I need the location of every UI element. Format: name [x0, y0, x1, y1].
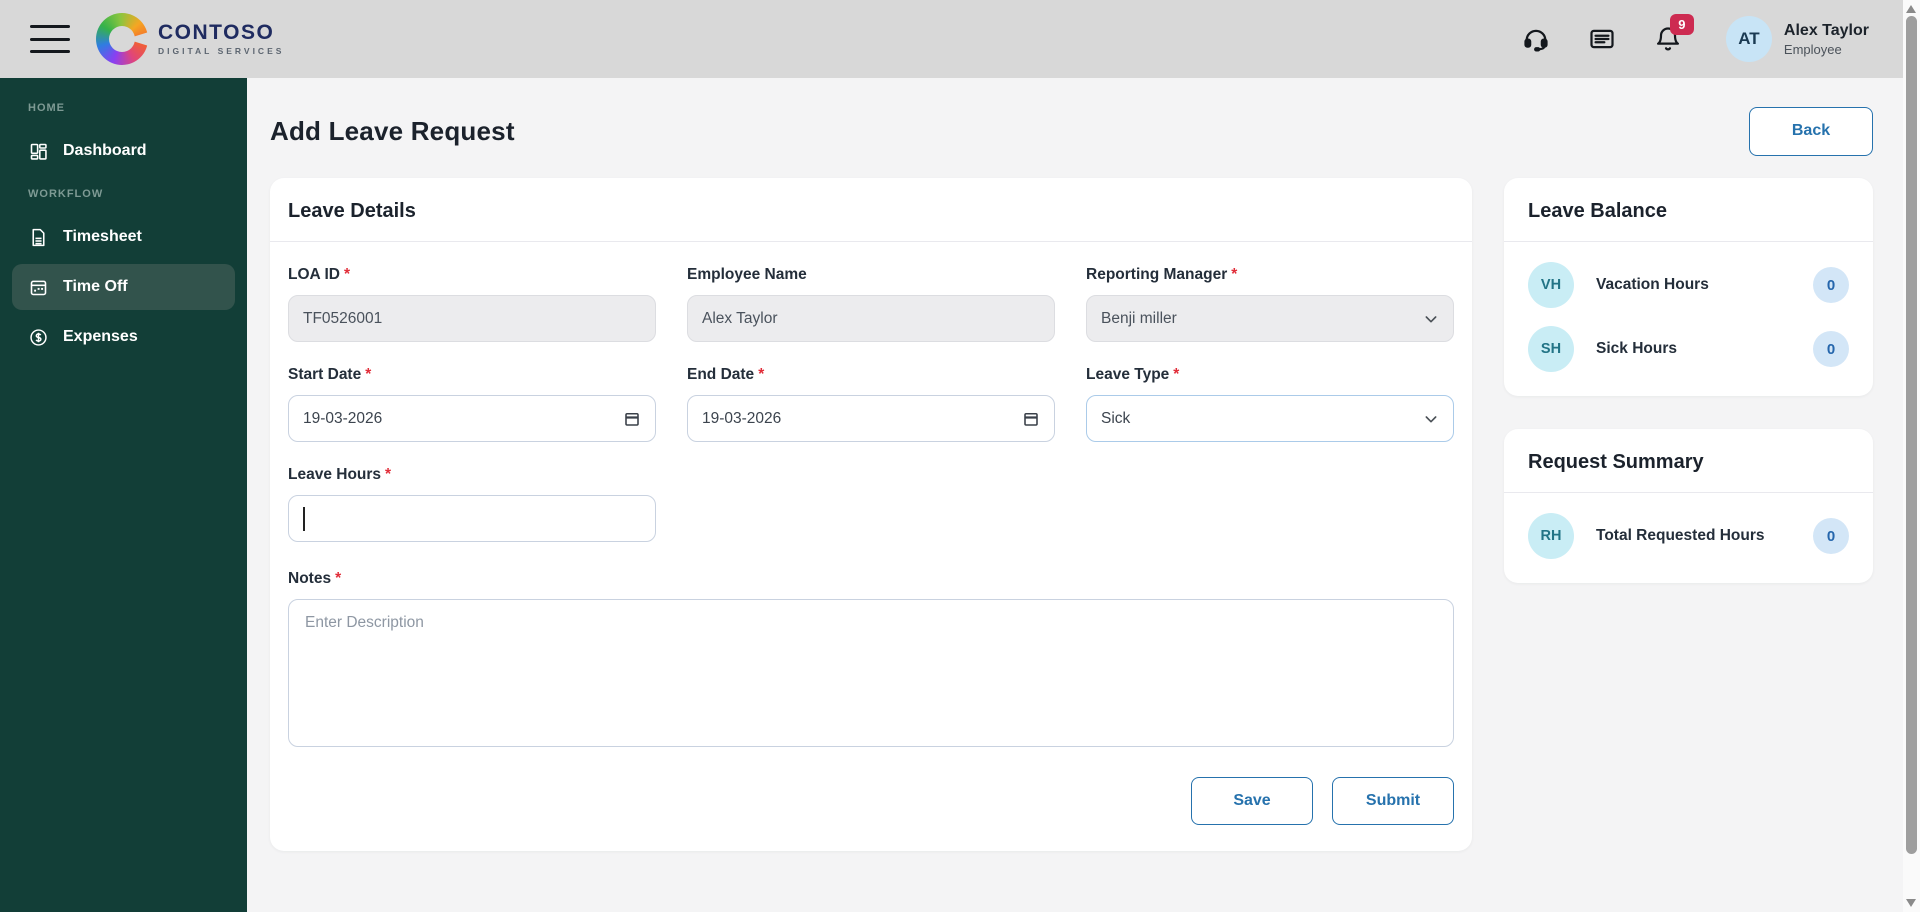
sidebar-item-timesheet[interactable]: Timesheet	[12, 214, 235, 260]
required-marker: *	[1231, 266, 1238, 283]
save-button[interactable]: Save	[1191, 777, 1313, 825]
leave-hours-label: Leave Hours	[288, 466, 382, 483]
leave-balance-title: Leave Balance	[1528, 200, 1667, 222]
sidebar-item-label: Expenses	[63, 328, 138, 345]
sidebar-item-label: Dashboard	[63, 142, 147, 159]
start-date-label: Start Date	[288, 366, 362, 383]
headset-icon[interactable]	[1522, 25, 1550, 53]
sidebar-section-home: HOME	[28, 102, 65, 114]
loa-id-input: TF0526001	[288, 295, 656, 342]
scrollbar-thumb[interactable]	[1906, 16, 1917, 854]
notes-label: Notes	[288, 570, 332, 587]
user-menu[interactable]: AT Alex Taylor Employee	[1725, 16, 1869, 62]
brand-logo: CONTOSO DIGITAL SERVICES	[96, 13, 284, 65]
end-date-label: End Date	[687, 366, 755, 383]
back-button[interactable]: Back	[1749, 106, 1873, 156]
leave-type-select[interactable]: Sick	[1086, 395, 1454, 442]
top-header: CONTOSO DIGITAL SERVICES 9 AT Alex Taylo…	[0, 0, 1903, 78]
vacation-hours-value: 0	[1813, 267, 1849, 303]
avatar[interactable]: AT	[1725, 16, 1772, 62]
chevron-down-icon	[1425, 315, 1437, 322]
user-name: Alex Taylor	[1783, 21, 1869, 39]
notification-count-badge: 9	[1669, 14, 1694, 35]
total-requested-hours-row: RH Total Requested Hours 0	[1528, 513, 1849, 559]
vacation-hours-row: VH Vacation Hours 0	[1528, 262, 1849, 308]
sick-hours-value: 0	[1813, 331, 1849, 367]
calendar-icon[interactable]	[623, 410, 641, 428]
brand-name: CONTOSO	[158, 21, 275, 45]
user-role: Employee	[1783, 41, 1842, 57]
reporting-manager-label: Reporting Manager	[1086, 266, 1228, 283]
start-date-input[interactable]: 19-03-2026	[288, 395, 656, 442]
employee-name-label: Employee Name	[687, 266, 807, 283]
sick-hours-label: Sick Hours	[1596, 340, 1677, 357]
total-requested-hours-value: 0	[1813, 518, 1849, 554]
leave-type-label: Leave Type	[1086, 366, 1170, 383]
notes-textarea[interactable]	[288, 599, 1454, 747]
page-title: Add Leave Request	[270, 115, 515, 146]
scroll-down-arrow[interactable]	[1906, 899, 1916, 907]
sick-hours-icon: SH	[1528, 326, 1574, 372]
dashboard-grid-icon	[30, 143, 47, 160]
required-marker: *	[758, 366, 765, 383]
end-date-input[interactable]: 19-03-2026	[687, 395, 1055, 442]
leave-details-card: Leave Details LOA ID * TF0526001 Employee…	[270, 178, 1472, 851]
vacation-hours-label: Vacation Hours	[1596, 276, 1709, 293]
leave-details-title: Leave Details	[288, 200, 416, 222]
total-requested-hours-label: Total Requested Hours	[1596, 527, 1765, 544]
main-content: Add Leave Request Back Leave Details LOA…	[247, 78, 1903, 912]
reporting-manager-select[interactable]: Benji miller	[1086, 295, 1454, 342]
loa-id-field: LOA ID * TF0526001	[288, 266, 656, 342]
start-date-field: Start Date * 19-03-2026	[288, 366, 656, 442]
required-marker: *	[335, 570, 342, 587]
bell-icon[interactable]: 9	[1654, 14, 1694, 53]
contoso-logo-icon	[96, 13, 148, 65]
sidebar-section-workflow: WORKFLOW	[28, 188, 104, 200]
menu-icon[interactable]	[30, 25, 70, 53]
request-summary-title: Request Summary	[1528, 451, 1704, 473]
required-marker: *	[1173, 366, 1180, 383]
sidebar-item-label: Timesheet	[63, 228, 142, 245]
loa-id-label: LOA ID	[288, 266, 340, 283]
leave-type-field: Leave Type * Sick	[1086, 366, 1454, 442]
end-date-field: End Date * 19-03-2026	[687, 366, 1055, 442]
required-marker: *	[365, 366, 372, 383]
vertical-scrollbar[interactable]	[1903, 0, 1920, 912]
reporting-manager-field: Reporting Manager * Benji miller	[1086, 266, 1454, 342]
sidebar-item-dashboard[interactable]: Dashboard	[12, 128, 235, 174]
employee-name-field: Employee Name Alex Taylor	[687, 266, 1055, 342]
required-marker: *	[343, 266, 350, 283]
newsfeed-icon[interactable]	[1588, 25, 1616, 53]
total-requested-hours-icon: RH	[1528, 513, 1574, 559]
brand-tagline: DIGITAL SERVICES	[158, 46, 285, 57]
calendar-icon[interactable]	[1022, 410, 1040, 428]
time-off-calendar-icon	[30, 280, 47, 295]
leave-hours-input[interactable]	[288, 495, 656, 542]
submit-button[interactable]: Submit	[1332, 777, 1454, 825]
leave-hours-field: Leave Hours *	[288, 466, 656, 542]
request-summary-card: Request Summary RH Total Requested Hours…	[1504, 429, 1873, 583]
scroll-up-arrow[interactable]	[1906, 5, 1916, 13]
sidebar-item-time-off[interactable]: Time Off	[12, 264, 235, 310]
timesheet-document-icon	[32, 228, 45, 246]
leave-balance-card: Leave Balance VH Vacation Hours 0 SH Sic…	[1504, 178, 1873, 396]
notes-field: Notes *	[288, 570, 1454, 747]
sidebar-item-expenses[interactable]: Expenses	[12, 314, 235, 360]
sidebar-item-label: Time Off	[63, 278, 128, 295]
sidebar: HOME Dashboard WORKFLOW Timesheet Time O…	[0, 78, 247, 912]
chevron-down-icon	[1425, 415, 1437, 422]
required-marker: *	[385, 466, 392, 483]
expenses-dollar-icon	[30, 328, 47, 346]
employee-name-input: Alex Taylor	[687, 295, 1055, 342]
sick-hours-row: SH Sick Hours 0	[1528, 326, 1849, 372]
text-caret	[303, 506, 305, 531]
vacation-hours-icon: VH	[1528, 262, 1574, 308]
